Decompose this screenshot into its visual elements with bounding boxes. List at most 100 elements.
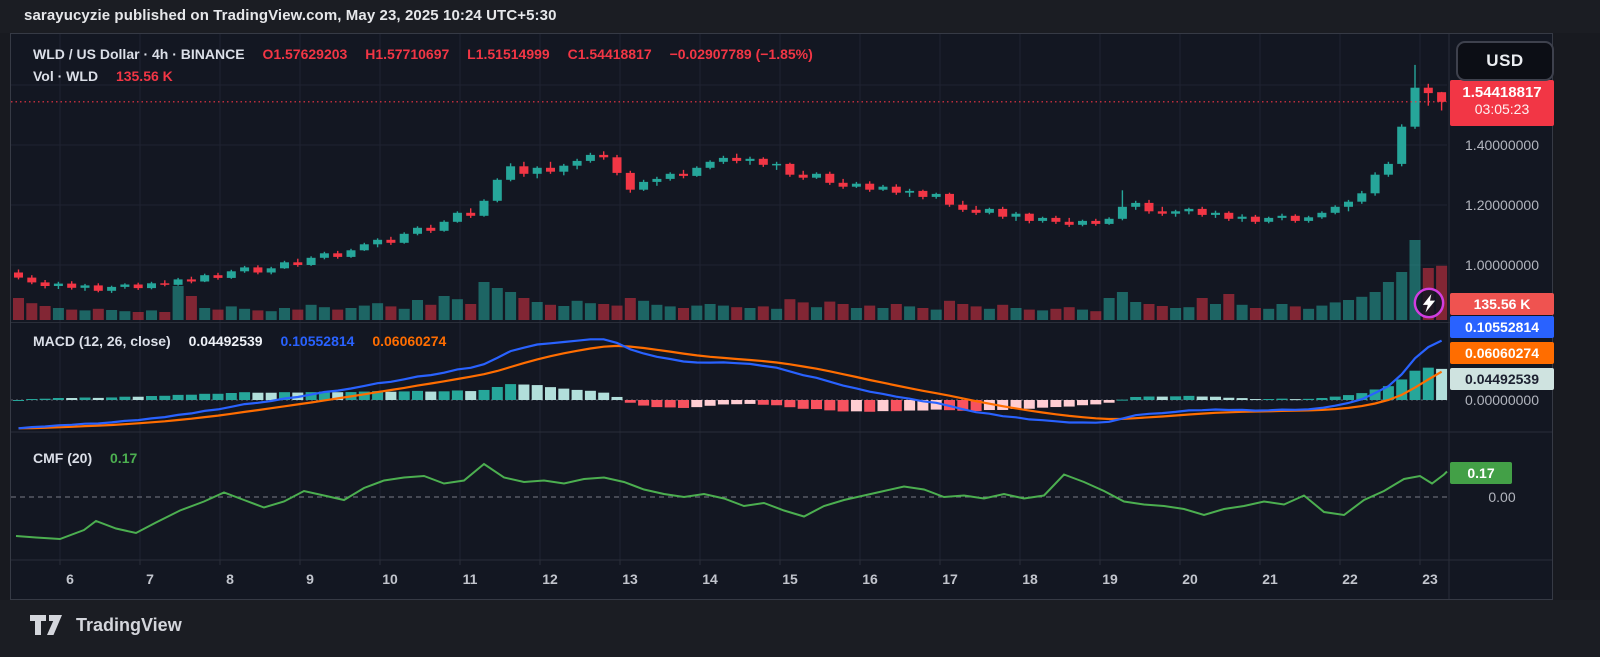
volume-bar: [971, 306, 982, 320]
macd-histogram-bar: [239, 392, 250, 400]
candle-body: [307, 258, 316, 265]
candle-body: [1437, 92, 1446, 102]
macd-histogram-bar: [771, 400, 782, 405]
currency-toggle-button[interactable]: USD: [1456, 41, 1554, 81]
macd-legend-title[interactable]: MACD (12, 26, close): [33, 333, 171, 349]
candle-body: [852, 184, 861, 187]
volume-bar: [66, 310, 77, 320]
candle-body: [1025, 214, 1034, 221]
candle-body: [1131, 203, 1140, 207]
date-label: 19: [1080, 571, 1140, 587]
candle-body: [94, 285, 103, 290]
date-label: 11: [440, 571, 500, 587]
symbol-title[interactable]: WLD / US Dollar · 4h · BINANCE: [33, 46, 245, 62]
macd-histogram-bar: [891, 400, 902, 411]
candle-body: [546, 168, 555, 172]
chart-container: WLD / US Dollar · 4h · BINANCE O1.576292…: [10, 33, 1553, 600]
candle-body: [1198, 209, 1207, 215]
volume-bar: [186, 296, 197, 320]
candle-body: [54, 284, 63, 286]
price-change: −0.02907789 (−1.85%): [670, 46, 813, 62]
macd-histogram-bar: [1303, 399, 1314, 400]
candle-body: [147, 283, 156, 288]
macd-histogram-bar: [518, 385, 529, 400]
date-label: 15: [760, 571, 820, 587]
date-label: 12: [520, 571, 580, 587]
candle-body: [1424, 88, 1433, 93]
macd-histogram-bar: [558, 389, 569, 400]
volume-bar: [26, 303, 37, 320]
volume-bar: [199, 308, 210, 320]
volume-bar: [452, 299, 463, 320]
macd-histogram-bar: [585, 391, 596, 400]
volume-bar: [1277, 304, 1288, 320]
tradingview-logo[interactable]: TradingView: [28, 612, 182, 638]
macd-histogram-bar: [1263, 399, 1274, 400]
candle-body: [1317, 213, 1326, 218]
candle-body: [945, 194, 954, 205]
macd-histogram-bar: [1117, 400, 1128, 401]
tradingview-logo-text: TradingView: [76, 615, 182, 636]
volume-bar: [53, 308, 64, 320]
bar-countdown: 03:05:23: [1450, 101, 1554, 117]
cmf-legend-value: 0.17: [110, 450, 137, 466]
candle-body: [1105, 219, 1114, 224]
candle-body: [386, 240, 395, 243]
candle-body: [719, 158, 728, 162]
candle-body: [1411, 88, 1420, 127]
macd-histogram-bar: [1077, 400, 1088, 405]
candle-body: [905, 191, 914, 193]
macd-histogram-bar: [1223, 398, 1234, 400]
candle-body: [666, 174, 675, 179]
candle-body: [692, 168, 701, 176]
published-bar: sarayucyzie published on TradingView.com…: [0, 0, 1600, 33]
volume-bar: [1263, 309, 1274, 320]
macd-histogram-bar: [439, 391, 450, 400]
candle-body: [985, 209, 994, 213]
macd-value-tag: 0.10552814: [1450, 316, 1554, 338]
volume-bar: [598, 304, 609, 320]
volume-bar: [518, 298, 529, 320]
macd-histogram-bar: [851, 400, 862, 411]
volume-bar: [306, 305, 317, 320]
candle-body: [1331, 207, 1340, 213]
cmf-legend-title[interactable]: CMF (20): [33, 450, 92, 466]
volume-bar: [705, 304, 716, 320]
macd-histogram-bar: [745, 400, 756, 404]
volume-bar: [1090, 311, 1101, 320]
candle-body: [799, 175, 808, 178]
candle-body: [1264, 218, 1273, 222]
macd-histogram-bar: [1104, 400, 1115, 403]
volume-bar: [784, 299, 795, 320]
volume-legend-label[interactable]: Vol · WLD: [33, 68, 98, 84]
boost-lightning-icon[interactable]: [1412, 286, 1446, 320]
candle-body: [373, 240, 382, 245]
volume-bar: [878, 308, 889, 320]
macd-value-tag: 0.04492539: [1450, 368, 1554, 390]
macd-histogram-bar: [505, 384, 516, 400]
candle-body: [187, 279, 196, 281]
chart-canvas[interactable]: [11, 34, 1552, 599]
candle-body: [1278, 216, 1287, 218]
volume-bar: [146, 310, 157, 320]
candle-body: [958, 205, 967, 210]
macd-histogram-bar: [678, 400, 689, 408]
volume-bar: [399, 309, 410, 320]
macd-histogram-bar: [1144, 397, 1155, 400]
candle-body: [320, 253, 329, 257]
macd-histogram-bar: [904, 400, 915, 411]
volume-bar: [572, 301, 583, 320]
candle-body: [267, 268, 276, 272]
macd-histogram-bar: [266, 393, 277, 400]
macd-histogram-bar: [66, 398, 77, 400]
macd-histogram-bar: [53, 398, 64, 400]
candle-body: [918, 191, 927, 197]
volume-bar: [1383, 282, 1394, 320]
date-label: 9: [280, 571, 340, 587]
candle-body: [1038, 218, 1047, 221]
volume-bar: [651, 305, 662, 320]
macd-histogram-bar: [838, 400, 849, 411]
volume-bar: [1316, 306, 1327, 320]
macd-histogram-bar: [425, 392, 436, 400]
macd-histogram-bar: [492, 387, 503, 400]
